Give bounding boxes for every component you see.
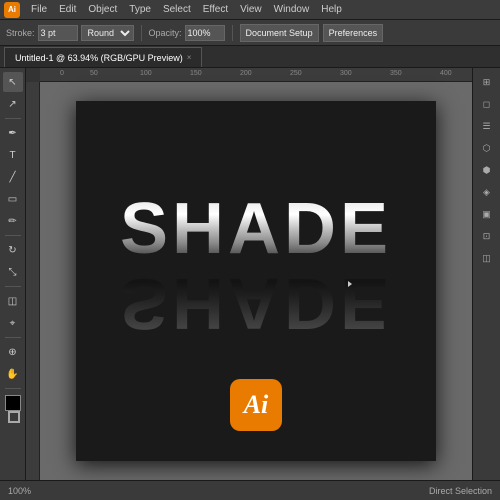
panel-button-2[interactable]: ◻: [477, 94, 497, 114]
app-icon: Ai: [4, 2, 20, 18]
menu-help[interactable]: Help: [316, 2, 347, 17]
toolbar-separator-2: [232, 25, 233, 41]
document-setup-button[interactable]: Document Setup: [240, 24, 319, 42]
tool-separator-5: [5, 388, 21, 389]
panel-button-3[interactable]: ☰: [477, 116, 497, 136]
stroke-value-input[interactable]: [38, 25, 78, 41]
shade-text-group: SHADE SHADE: [120, 193, 392, 339]
ruler-horizontal: 0 50 100 150 200 250 300 350 400: [26, 68, 472, 82]
shade-text-reflected: SHADE: [120, 267, 392, 339]
main-area: ↖ ↗ ✒ T ╱ ▭ ✏ ↻ ⤡ ◫ ⌖ ⊕ ✋ 0 50 100 150: [0, 68, 500, 480]
toolbar-stroke-section: Stroke: Round Miter: [6, 25, 134, 41]
tool-line[interactable]: ╱: [3, 167, 23, 187]
status-mode: Direct Selection: [429, 486, 492, 496]
panel-button-9[interactable]: ◫: [477, 248, 497, 268]
menu-edit[interactable]: Edit: [54, 2, 81, 17]
ruler-corner: [26, 68, 40, 82]
tab-close-button[interactable]: ×: [187, 53, 192, 62]
canvas-area[interactable]: 0 50 100 150 200 250 300 350 400 SHADE S…: [26, 68, 472, 480]
status-bar: 100% Direct Selection: [0, 480, 500, 500]
zoom-value: 100%: [8, 486, 31, 496]
preferences-button[interactable]: Preferences: [323, 24, 384, 42]
ai-logo-text: Ai: [244, 390, 269, 420]
right-panel: ⊞ ◻ ☰ ⬡ ⬢ ◈ ▣ ⊡ ◫: [472, 68, 500, 480]
menu-select[interactable]: Select: [158, 2, 196, 17]
tab-title: Untitled-1 @ 63.94% (RGB/GPU Preview): [15, 53, 183, 63]
tool-direct-selection[interactable]: ↗: [3, 94, 23, 114]
panel-button-7[interactable]: ▣: [477, 204, 497, 224]
panel-button-1[interactable]: ⊞: [477, 72, 497, 92]
tab-bar: Untitled-1 @ 63.94% (RGB/GPU Preview) ×: [0, 46, 500, 68]
opacity-input[interactable]: [185, 25, 225, 41]
menu-window[interactable]: Window: [269, 2, 315, 17]
tool-selection[interactable]: ↖: [3, 72, 23, 92]
tool-paintbrush[interactable]: ✏: [3, 211, 23, 231]
app-icon-label: Ai: [8, 5, 16, 14]
panel-button-6[interactable]: ◈: [477, 182, 497, 202]
tool-separator-3: [5, 286, 21, 287]
tool-eyedropper[interactable]: ⌖: [3, 313, 23, 333]
fill-color[interactable]: [5, 395, 21, 411]
tool-type[interactable]: T: [3, 145, 23, 165]
status-right: Direct Selection: [429, 486, 492, 496]
shade-text-normal: SHADE: [120, 193, 392, 265]
toolbar: Stroke: Round Miter Opacity: Document Se…: [0, 20, 500, 46]
tool-gradient[interactable]: ◫: [3, 291, 23, 311]
menu-view[interactable]: View: [235, 2, 267, 17]
artboard: SHADE SHADE Ai: [76, 101, 436, 461]
left-toolbar: ↖ ↗ ✒ T ╱ ▭ ✏ ↻ ⤡ ◫ ⌖ ⊕ ✋: [0, 68, 26, 480]
active-tab[interactable]: Untitled-1 @ 63.94% (RGB/GPU Preview) ×: [4, 47, 202, 67]
tool-rotate[interactable]: ↻: [3, 240, 23, 260]
tool-separator-1: [5, 118, 21, 119]
panel-button-8[interactable]: ⊡: [477, 226, 497, 246]
stroke-color[interactable]: [8, 411, 20, 423]
tool-zoom[interactable]: ⊕: [3, 342, 23, 362]
toolbar-separator-1: [141, 25, 142, 41]
menu-file[interactable]: File: [26, 2, 52, 17]
zoom-status: 100%: [8, 486, 31, 496]
ruler-vertical: [26, 82, 40, 480]
menu-object[interactable]: Object: [83, 2, 122, 17]
ai-logo: Ai: [230, 379, 282, 431]
tool-separator-4: [5, 337, 21, 338]
tool-pen[interactable]: ✒: [3, 123, 23, 143]
menu-effect[interactable]: Effect: [198, 2, 233, 17]
tool-hand[interactable]: ✋: [3, 364, 23, 384]
opacity-label: Opacity:: [149, 28, 182, 38]
tool-shape[interactable]: ▭: [3, 189, 23, 209]
tool-separator-2: [5, 235, 21, 236]
panel-button-4[interactable]: ⬡: [477, 138, 497, 158]
menu-type[interactable]: Type: [124, 2, 156, 17]
toolbar-opacity-section: Opacity:: [149, 25, 225, 41]
menu-bar: Ai File Edit Object Type Select Effect V…: [0, 0, 500, 20]
tool-scale[interactable]: ⤡: [3, 262, 23, 282]
stroke-label: Stroke:: [6, 28, 35, 38]
panel-button-5[interactable]: ⬢: [477, 160, 497, 180]
stroke-type-dropdown[interactable]: Round Miter: [81, 25, 134, 41]
